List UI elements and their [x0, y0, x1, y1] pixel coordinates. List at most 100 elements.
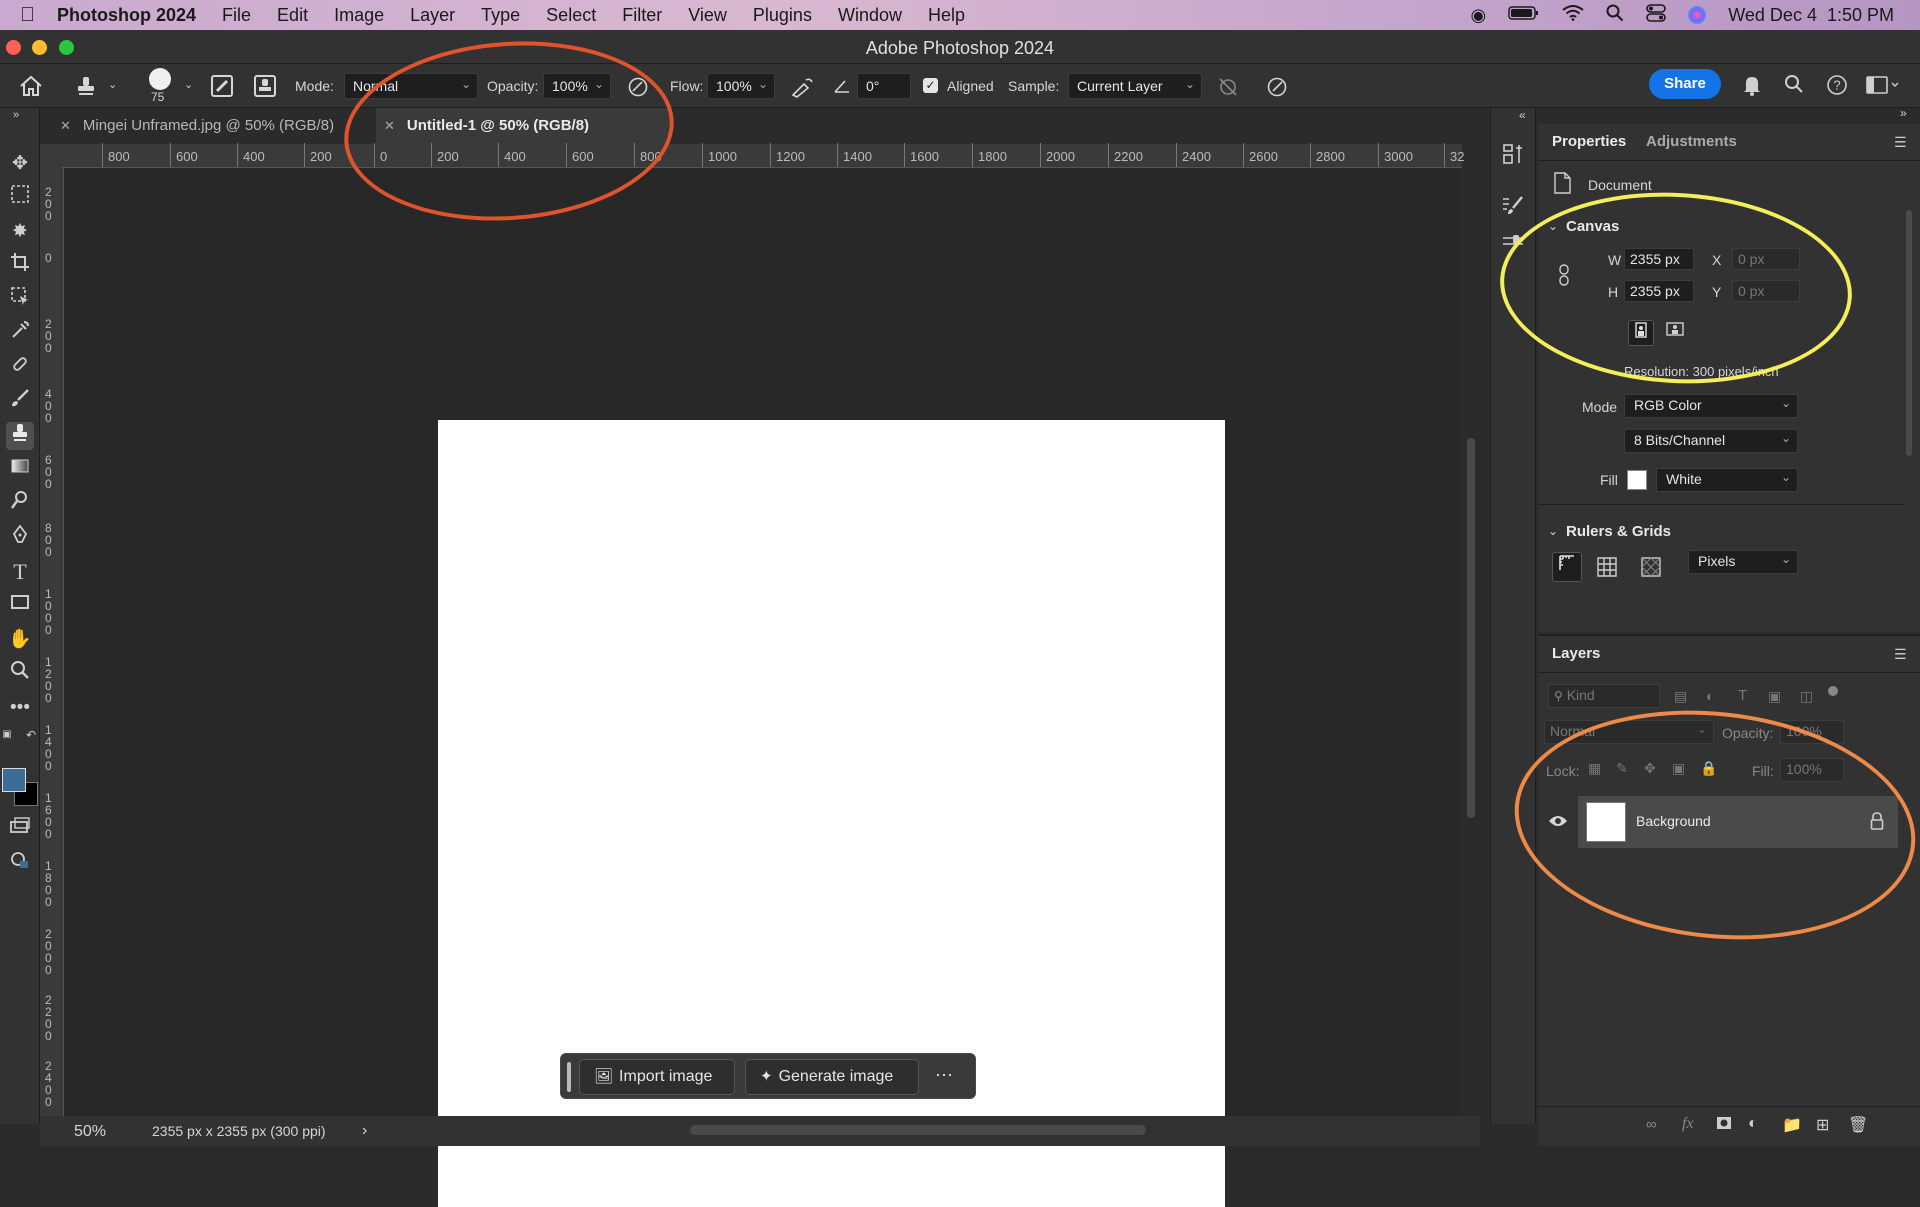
new-layer-icon[interactable]: ⊞	[1816, 1115, 1829, 1135]
screen-mode-icon[interactable]	[6, 850, 34, 878]
close-tab-icon[interactable]: ✕	[60, 118, 71, 133]
menu-filter[interactable]: Filter	[622, 5, 662, 26]
fill-color-swatch[interactable]	[1627, 470, 1647, 490]
pressure-opacity-icon[interactable]	[627, 76, 649, 101]
hand-tool-icon[interactable]: ✋	[6, 626, 34, 654]
document-info[interactable]: 2355 px x 2355 px (300 ppi)	[152, 1123, 326, 1139]
adjustment-layer-icon[interactable]: ◐	[1748, 1115, 1758, 1133]
add-mask-icon[interactable]	[1716, 1116, 1732, 1135]
horizontal-ruler[interactable]: 800 600 400 200 0 200 400 600 800 1000 1200 1400 160…	[62, 143, 1464, 168]
collapse-dock-icon[interactable]: «	[1519, 108, 1526, 122]
siri-icon[interactable]	[1688, 6, 1707, 24]
portrait-orientation-button[interactable]	[1628, 320, 1654, 346]
angle-field[interactable]: 0°	[857, 73, 911, 99]
expand-panels-icon[interactable]: »	[1900, 106, 1907, 120]
chevron-down-icon[interactable]: ⌄	[108, 78, 117, 91]
landscape-orientation-button[interactable]	[1662, 320, 1688, 346]
menu-app-name[interactable]: Photoshop 2024	[57, 5, 196, 26]
pressure-size-icon[interactable]	[1266, 76, 1288, 101]
lock-transparent-pixels-icon[interactable]: ▦	[1588, 760, 1601, 777]
tab-mingei-unframed[interactable]: ✕ Mingei Unframed.jpg @ 50% (RGB/8)	[60, 108, 376, 144]
eyedropper-tool-icon[interactable]	[6, 320, 34, 348]
tab-properties[interactable]: Properties	[1552, 124, 1626, 160]
mode-dropdown[interactable]: Normal ⌄	[344, 73, 478, 99]
menu-help[interactable]: Help	[928, 5, 965, 26]
rulers-toggle-icon[interactable]	[1552, 552, 1582, 582]
link-proportions-icon[interactable]	[1558, 264, 1570, 291]
share-button[interactable]: Share	[1649, 69, 1721, 99]
quick-mask-icon[interactable]	[6, 816, 34, 844]
angle-icon[interactable]	[833, 78, 851, 97]
ruler-origin[interactable]	[40, 144, 62, 168]
default-colors-icon[interactable]: ▣	[0, 728, 14, 742]
marquee-tool-icon[interactable]	[6, 184, 34, 212]
menu-layer[interactable]: Layer	[410, 5, 455, 26]
layer-row-background[interactable]: Background	[1578, 796, 1898, 848]
notifications-bell-icon[interactable]	[1742, 74, 1762, 101]
layer-effects-icon[interactable]: fx	[1682, 1115, 1694, 1133]
chevron-right-icon[interactable]: ›	[362, 1122, 367, 1140]
workspace-switcher-icon[interactable]	[1866, 75, 1900, 100]
control-center-icon[interactable]	[1646, 3, 1667, 27]
gradient-tool-icon[interactable]	[6, 456, 34, 484]
vertical-ruler[interactable]: 2 0 0 0 2 0 0 4 0 0 6 0 0 8 0 0 1 0 0 0 1 2 0 0…	[40, 168, 64, 1120]
delete-layer-icon[interactable]: 🗑	[1848, 1115, 1868, 1135]
smart-object-filter-icon[interactable]: ◫	[1800, 688, 1813, 705]
quick-selection-tool-icon[interactable]: ✸	[6, 218, 34, 246]
ignore-adjustment-layers-icon[interactable]	[1217, 76, 1239, 101]
brush-preview-icon[interactable]	[149, 68, 171, 90]
width-field[interactable]: 2355 px	[1624, 248, 1694, 270]
brush-tool-icon[interactable]	[6, 388, 34, 416]
crop-tool-icon[interactable]	[6, 252, 34, 280]
document-workspace[interactable]	[64, 168, 1460, 1207]
pixel-grid-toggle-icon[interactable]	[1640, 556, 1662, 583]
drag-handle[interactable]	[567, 1062, 571, 1092]
shape-layer-filter-icon[interactable]: ▣	[1768, 688, 1781, 705]
lock-artboard-icon[interactable]: ▣	[1672, 760, 1685, 777]
menu-edit[interactable]: Edit	[277, 5, 308, 26]
collapse-toolbar-icon[interactable]: »	[2, 108, 30, 122]
more-options-button[interactable]: ···	[935, 1064, 953, 1085]
tab-untitled-1[interactable]: ✕ Untitled-1 @ 50% (RGB/8)	[376, 108, 670, 144]
chevron-down-icon[interactable]: ⌄	[184, 78, 193, 91]
height-field[interactable]: 2355 px	[1624, 280, 1694, 302]
menu-type[interactable]: Type	[481, 5, 520, 26]
help-icon[interactable]: ?	[1826, 74, 1848, 101]
flow-field[interactable]: 100% ⌄	[707, 73, 775, 99]
clone-stamp-tool-preset-icon[interactable]	[74, 74, 98, 101]
rulers-grids-section-title[interactable]: Rulers & Grids	[1566, 523, 1671, 540]
fill-dropdown[interactable]: White ⌄	[1656, 468, 1798, 492]
panel-menu-icon[interactable]: ☰	[1894, 134, 1907, 151]
sample-dropdown[interactable]: Current Layer ⌄	[1068, 73, 1202, 99]
vertical-scrollbar[interactable]	[1464, 168, 1478, 1120]
move-tool-icon[interactable]: ✥	[6, 150, 34, 178]
zoom-level[interactable]: 50%	[74, 1123, 106, 1141]
menu-file[interactable]: File	[222, 5, 251, 26]
type-tool-icon[interactable]: T	[6, 558, 34, 586]
spotlight-search-icon[interactable]	[1606, 4, 1624, 27]
foreground-color-swatch[interactable]	[2, 768, 26, 792]
dodge-tool-icon[interactable]	[6, 490, 34, 518]
ruler-units-dropdown[interactable]: Pixels ⌄	[1688, 550, 1798, 574]
import-image-button[interactable]: 🖼 Import image	[579, 1059, 735, 1095]
menu-window[interactable]: Window	[838, 5, 902, 26]
healing-brush-tool-icon[interactable]	[6, 354, 34, 382]
apple-icon[interactable]: 	[20, 4, 35, 27]
creative-cloud-icon[interactable]: ◉	[1471, 5, 1487, 26]
pixel-layer-filter-icon[interactable]: ▤	[1674, 688, 1687, 705]
menu-clock[interactable]: Wed Dec 4 1:50 PM	[1728, 5, 1894, 26]
menu-select[interactable]: Select	[546, 5, 596, 26]
aligned-checkbox[interactable]: ✓	[923, 78, 938, 93]
wifi-icon[interactable]	[1562, 4, 1584, 26]
horizontal-scrollbar-thumb[interactable]	[690, 1125, 1146, 1135]
airbrush-icon[interactable]	[790, 76, 814, 101]
clone-source-icon[interactable]	[253, 74, 277, 101]
canvas-chevron-icon[interactable]: ⌄	[1548, 219, 1558, 233]
layer-kind-filter[interactable]: ⚲ Kind	[1548, 684, 1660, 708]
scrollbar-thumb[interactable]	[1467, 438, 1475, 818]
more-tools-icon[interactable]: •••	[6, 694, 34, 722]
properties-scrollbar[interactable]	[1906, 210, 1912, 456]
brush-settings-panel-icon[interactable]	[1501, 194, 1525, 223]
tab-layers[interactable]: Layers	[1552, 636, 1600, 672]
object-selection-tool-icon[interactable]	[6, 286, 34, 314]
